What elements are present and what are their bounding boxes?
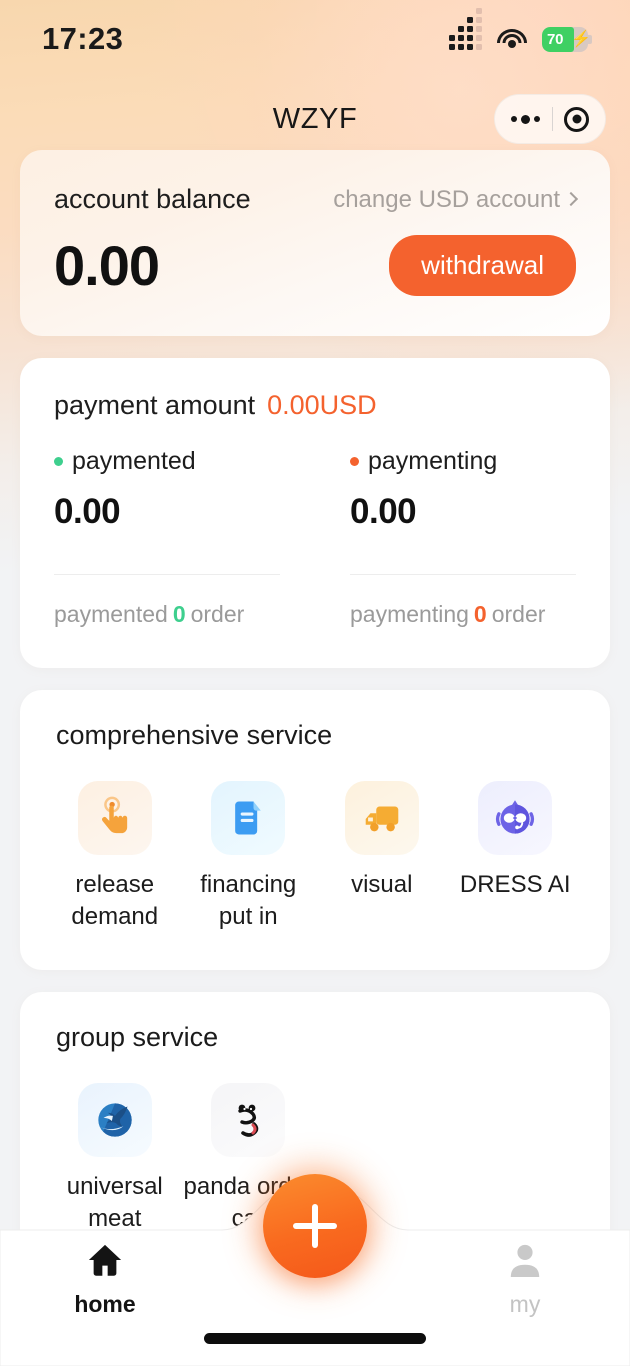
service-label: visual — [351, 871, 413, 898]
service-item-release-demand[interactable]: release demand — [48, 781, 182, 934]
status-time: 17:23 — [42, 21, 124, 56]
scroll-content: account balance change USD account 0.00 … — [0, 150, 630, 1334]
paymented-dot-icon — [54, 457, 63, 466]
payment-title: payment amount — [54, 390, 256, 420]
paymented-column[interactable]: paymented 0.00 paymented 0 order — [54, 447, 310, 628]
balance-label: account balance — [54, 184, 251, 214]
tab-home-label: home — [74, 1291, 136, 1317]
paymenting-order-suffix: order — [491, 601, 546, 627]
comprehensive-service-card: comprehensive service release demand fin… — [20, 690, 610, 970]
tab-home[interactable]: home — [0, 1242, 210, 1318]
change-account-link[interactable]: change USD account — [333, 185, 579, 214]
status-icons: 70 ⚡ — [449, 8, 592, 52]
paymenting-dot-icon — [350, 457, 359, 466]
delivery-truck-icon — [344, 781, 419, 855]
payment-total: 0.00USD — [267, 390, 377, 420]
nav-bar: WZYF — [0, 88, 630, 150]
wifi-icon — [497, 28, 527, 50]
payment-amount-card: payment amount 0.00USD paymented 0.00 pa… — [20, 358, 610, 668]
ai-robot-head-icon — [478, 781, 553, 855]
change-account-label: change USD account — [333, 185, 560, 213]
paymented-order-suffix: order — [190, 601, 245, 627]
paymented-legend: paymented — [72, 447, 196, 475]
paymented-value: 0.00 — [54, 492, 121, 531]
capsule-divider — [551, 107, 553, 131]
status-bar: 17:23 70 ⚡ — [0, 0, 630, 78]
account-balance-card: account balance change USD account 0.00 … — [20, 150, 610, 336]
service-label: financing put in — [200, 871, 297, 931]
plus-icon — [293, 1204, 337, 1248]
paymenting-column[interactable]: paymenting 0.00 paymenting 0 order — [310, 447, 576, 628]
bottom-tab-bar: home my — [0, 1174, 630, 1366]
paymenting-legend: paymenting — [368, 447, 498, 475]
miniprogram-capsule[interactable] — [494, 94, 606, 144]
tap-hand-icon — [77, 781, 152, 855]
paymenting-order-count: 0 — [473, 601, 487, 627]
service-item-visual[interactable]: visual — [315, 781, 449, 934]
paymenting-divider — [350, 574, 576, 575]
home-indicator — [204, 1333, 426, 1344]
person-icon — [510, 1244, 540, 1278]
chevron-right-icon — [563, 191, 579, 207]
service-label: release demand — [71, 871, 159, 931]
battery-icon: 70 ⚡ — [542, 26, 592, 52]
panda-logo-icon — [211, 1082, 286, 1157]
signal-bars-icon — [449, 8, 482, 50]
comprehensive-service-title: comprehensive service — [56, 720, 333, 750]
home-icon — [88, 1244, 122, 1276]
eagle-logo-icon — [77, 1082, 152, 1157]
balance-amount: 0.00 — [54, 234, 160, 297]
more-dots-icon[interactable] — [511, 114, 540, 124]
document-lines-icon — [211, 781, 286, 855]
paymenting-order-prefix: paymenting — [350, 601, 469, 627]
service-label: DRESS AI — [459, 871, 571, 898]
withdrawal-button[interactable]: withdrawal — [389, 235, 576, 296]
battery-level: 70 — [547, 30, 564, 48]
paymented-order-count: 0 — [172, 601, 186, 627]
paymented-order-prefix: paymented — [54, 601, 168, 627]
tab-my-label: my — [509, 1291, 541, 1317]
paymented-divider — [54, 574, 280, 575]
paymenting-order-text: paymenting 0 order — [350, 601, 576, 628]
app-screen: 17:23 70 ⚡ WZYF account balance change U… — [0, 0, 630, 1366]
add-button-fab[interactable] — [263, 1174, 367, 1278]
target-circle-icon[interactable] — [564, 106, 589, 132]
paymented-order-text: paymented 0 order — [54, 601, 280, 628]
group-service-title: group service — [56, 1021, 219, 1052]
service-item-financing-put-in[interactable]: financing put in — [182, 781, 316, 934]
tab-my[interactable]: my — [420, 1242, 630, 1318]
paymenting-value: 0.00 — [350, 492, 417, 531]
service-item-dress-ai[interactable]: DRESS AI — [449, 781, 583, 934]
